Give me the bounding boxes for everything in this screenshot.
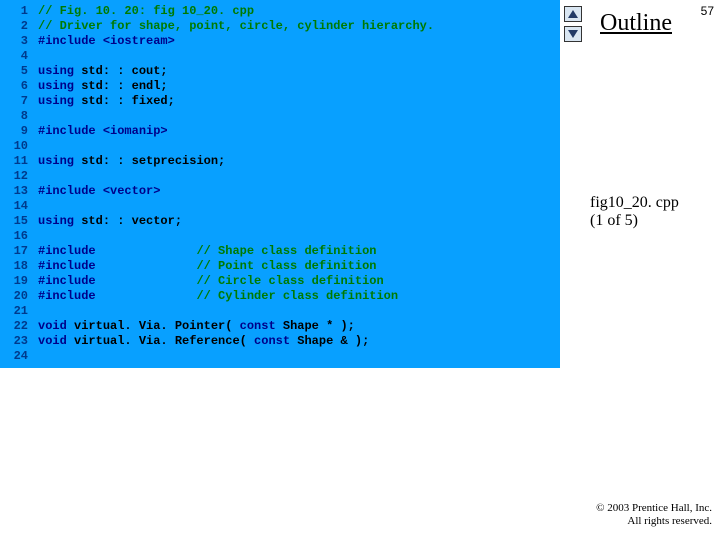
line-number: 8: [0, 109, 38, 124]
line-number: 15: [0, 214, 38, 229]
outline-title: Outline: [600, 10, 672, 37]
arrow-down-icon: [568, 30, 578, 38]
line-number: 9: [0, 124, 38, 139]
nav-down-button[interactable]: [564, 26, 582, 42]
code-text: #include <iomanip>: [38, 124, 168, 139]
code-line: 17#include // Shape class definition: [0, 244, 560, 259]
line-number: 13: [0, 184, 38, 199]
file-caption-line1: fig10_20. cpp: [590, 194, 679, 212]
code-text: void virtual. Via. Reference( const Shap…: [38, 334, 369, 349]
code-panel: 1// Fig. 10. 20: fig 10_20. cpp2// Drive…: [0, 0, 560, 368]
code-text: #include <iostream>: [38, 34, 175, 49]
code-line: 8: [0, 109, 560, 124]
line-number: 5: [0, 64, 38, 79]
code-text: using std: : vector;: [38, 214, 182, 229]
line-number: 17: [0, 244, 38, 259]
line-number: 3: [0, 34, 38, 49]
code-text: using std: : fixed;: [38, 94, 175, 109]
code-line: 2// Driver for shape, point, circle, cyl…: [0, 19, 560, 34]
right-panel: Outline 57 fig10_20. cpp (1 of 5) © 2003…: [560, 0, 720, 540]
line-number: 2: [0, 19, 38, 34]
code-line: 15using std: : vector;: [0, 214, 560, 229]
code-text: using std: : cout;: [38, 64, 168, 79]
nav-buttons: [564, 6, 582, 46]
line-number: 22: [0, 319, 38, 334]
code-line: 16: [0, 229, 560, 244]
arrow-up-icon: [568, 10, 578, 18]
code-line: 1// Fig. 10. 20: fig 10_20. cpp: [0, 4, 560, 19]
code-line: 13#include <vector>: [0, 184, 560, 199]
code-line: 24: [0, 349, 560, 364]
line-number: 20: [0, 289, 38, 304]
line-number: 1: [0, 4, 38, 19]
code-line: 11using std: : setprecision;: [0, 154, 560, 169]
code-line: 19#include // Circle class definition: [0, 274, 560, 289]
line-number: 16: [0, 229, 38, 244]
page-number: 57: [701, 4, 714, 18]
code-line: 5using std: : cout;: [0, 64, 560, 79]
nav-up-button[interactable]: [564, 6, 582, 22]
code-line: 21: [0, 304, 560, 319]
code-line: 20#include // Cylinder class definition: [0, 289, 560, 304]
code-text: void virtual. Via. Pointer( const Shape …: [38, 319, 355, 334]
code-text: using std: : setprecision;: [38, 154, 225, 169]
code-line: 22void virtual. Via. Pointer( const Shap…: [0, 319, 560, 334]
line-number: 21: [0, 304, 38, 319]
code-line: 18#include // Point class definition: [0, 259, 560, 274]
copyright: © 2003 Prentice Hall, Inc. All rights re…: [596, 502, 712, 528]
file-caption-line2: (1 of 5): [590, 212, 679, 230]
line-number: 12: [0, 169, 38, 184]
code-line: 4: [0, 49, 560, 64]
line-number: 19: [0, 274, 38, 289]
code-text: #include // Point class definition: [38, 259, 376, 274]
line-number: 14: [0, 199, 38, 214]
code-line: 10: [0, 139, 560, 154]
code-text: // Fig. 10. 20: fig 10_20. cpp: [38, 4, 254, 19]
line-number: 6: [0, 79, 38, 94]
code-line: 9#include <iomanip>: [0, 124, 560, 139]
line-number: 23: [0, 334, 38, 349]
line-number: 18: [0, 259, 38, 274]
line-number: 7: [0, 94, 38, 109]
file-caption: fig10_20. cpp (1 of 5): [590, 194, 679, 230]
line-number: 24: [0, 349, 38, 364]
line-number: 4: [0, 49, 38, 64]
code-line: 7using std: : fixed;: [0, 94, 560, 109]
copyright-line1: © 2003 Prentice Hall, Inc.: [596, 502, 712, 515]
line-number: 11: [0, 154, 38, 169]
code-text: #include // Shape class definition: [38, 244, 376, 259]
line-number: 10: [0, 139, 38, 154]
code-text: // Driver for shape, point, circle, cyli…: [38, 19, 434, 34]
copyright-line2: All rights reserved.: [596, 515, 712, 528]
code-text: #include // Circle class definition: [38, 274, 384, 289]
code-line: 6using std: : endl;: [0, 79, 560, 94]
code-line: 3#include <iostream>: [0, 34, 560, 49]
code-line: 23void virtual. Via. Reference( const Sh…: [0, 334, 560, 349]
code-text: #include <vector>: [38, 184, 160, 199]
code-line: 14: [0, 199, 560, 214]
code-line: 12: [0, 169, 560, 184]
code-text: using std: : endl;: [38, 79, 168, 94]
code-text: #include // Cylinder class definition: [38, 289, 398, 304]
